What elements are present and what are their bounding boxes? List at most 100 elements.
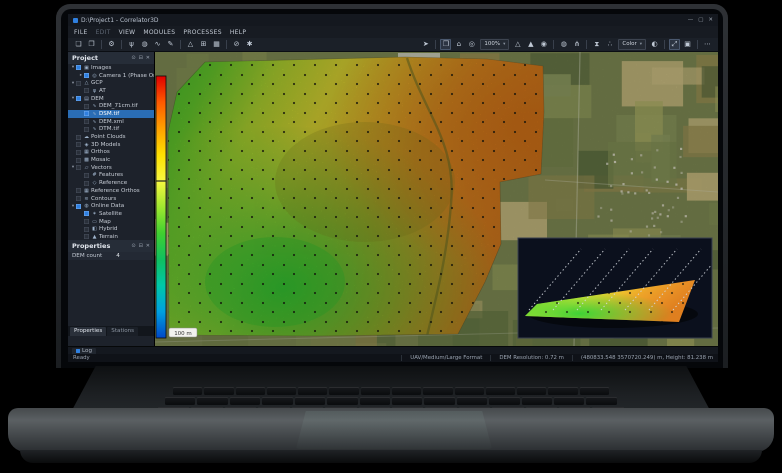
more-icon[interactable]: ⋯	[702, 39, 713, 50]
tree-checkbox[interactable]	[84, 227, 89, 232]
tree-checkbox[interactable]	[76, 81, 81, 86]
menu-item-help[interactable]: HELP	[230, 29, 246, 36]
terrain-3d-icon[interactable]: ▲	[525, 39, 536, 50]
tree-item-features[interactable]: #Features	[68, 172, 154, 180]
tree-item-mosaic[interactable]: ▩Mosaic	[68, 156, 154, 164]
tree-checkbox[interactable]	[76, 158, 81, 163]
close-panel-icon[interactable]: ✕	[146, 243, 150, 249]
menu-item-processes[interactable]: PROCESSES	[183, 29, 221, 36]
tree-item-point-clouds[interactable]: ☁Point Clouds	[68, 133, 154, 141]
contrast-icon[interactable]: ◐	[649, 39, 660, 50]
tree-checkbox[interactable]	[76, 188, 81, 193]
exclusion-icon[interactable]: ⊘	[231, 39, 242, 50]
tree-checkbox[interactable]	[76, 204, 81, 209]
tree-checkbox[interactable]	[76, 142, 81, 147]
zoom-select[interactable]: 100% ▾	[480, 39, 509, 50]
tab-properties[interactable]: Properties	[70, 327, 106, 336]
share-view-icon[interactable]: ∴	[604, 39, 615, 50]
tree-item-dem-xml[interactable]: ∿DEM.xml	[68, 118, 154, 126]
map-viewport[interactable]: 100 m	[155, 52, 718, 346]
tree-checkbox[interactable]	[76, 96, 81, 101]
open-project-icon[interactable]: ❐	[86, 39, 97, 50]
menu-item-modules[interactable]: MODULES	[143, 29, 175, 36]
home-view-icon[interactable]: ⌂	[453, 39, 464, 50]
contours-icon: ≋	[83, 196, 90, 202]
tree-item-reference[interactable]: ◇Reference	[68, 179, 154, 187]
tree-item-online-data[interactable]: ▾◍Online Data	[68, 202, 154, 210]
zoom-region-icon[interactable]: ◉	[538, 39, 549, 50]
tree-checkbox[interactable]	[76, 196, 81, 201]
maximize-button[interactable]: ▢	[698, 17, 703, 23]
pin-icon[interactable]: ⊙	[131, 55, 135, 61]
mosaic-icon[interactable]: ⊞	[198, 39, 209, 50]
tree-item-dem[interactable]: ▾▤DEM	[68, 95, 154, 103]
tree-checkbox[interactable]	[76, 165, 81, 170]
script-icon[interactable]: ✱	[244, 39, 255, 50]
minimize-button[interactable]: —	[688, 17, 694, 23]
tree-item-map[interactable]: ▭Map	[68, 218, 154, 226]
tree-item-at[interactable]: ψAT	[68, 87, 154, 95]
tree-checkbox[interactable]	[76, 150, 81, 155]
feature-edit-icon[interactable]: ✎	[165, 39, 176, 50]
tree-item-dem-71cm-tif[interactable]: ∿DEM_71cm.tif	[68, 102, 154, 110]
dem-extraction-icon[interactable]: ◍	[139, 39, 150, 50]
tree-item-gcp[interactable]: ▾△GCP	[68, 79, 154, 87]
dock-icon[interactable]: ⊟	[139, 55, 143, 61]
aerial-triangulation-icon[interactable]: ψ	[126, 39, 137, 50]
tree-checkbox[interactable]	[84, 211, 89, 216]
tree-checkbox[interactable]	[76, 65, 81, 70]
tree-item-3d-models[interactable]: ◈3D Models	[68, 141, 154, 149]
tree-item-vectors[interactable]: ▾▱Vectors	[68, 164, 154, 172]
close-panel-icon[interactable]: ✕	[146, 55, 150, 61]
close-button[interactable]: ✕	[708, 17, 713, 23]
display-mode-select[interactable]: Color ▾	[618, 39, 646, 50]
snapshot-icon[interactable]: ▣	[682, 39, 693, 50]
laptop-trackpad	[296, 411, 492, 449]
tree-checkbox[interactable]	[84, 234, 89, 239]
tree-item-dtm-tif[interactable]: ∿DTM.tif	[68, 126, 154, 134]
tree-checkbox[interactable]	[84, 219, 89, 224]
globe-view-icon[interactable]: ◍	[558, 39, 569, 50]
terrain-2d-icon[interactable]: △	[512, 39, 523, 50]
keyboard-key	[392, 387, 421, 395]
tree-checkbox[interactable]	[76, 135, 81, 140]
layers-icon[interactable]: ❒	[440, 39, 451, 50]
tree-checkbox[interactable]	[84, 104, 89, 109]
tree-item-hybrid[interactable]: ◧Hybrid	[68, 225, 154, 233]
menu-item-file[interactable]: FILE	[74, 29, 88, 36]
menu-item-edit[interactable]: EDIT	[96, 29, 111, 36]
dem-file-icon: ∿	[91, 119, 98, 125]
tree-checkbox[interactable]	[84, 119, 89, 124]
map-canvas[interactable]: 100 m	[155, 52, 718, 346]
tree-item-reference-orthos[interactable]: ▦Reference Orthos	[68, 187, 154, 195]
dock-icon[interactable]: ⊟	[139, 243, 143, 249]
tiling-icon[interactable]: ▦	[211, 39, 222, 50]
tree-checkbox[interactable]	[84, 127, 89, 132]
images-folder-icon: ▣	[83, 65, 90, 71]
select-tool-icon[interactable]: ➤	[420, 39, 431, 50]
dtm-extraction-icon[interactable]: ∿	[152, 39, 163, 50]
tab-stations[interactable]: Stations	[107, 327, 138, 336]
tree-item-contours[interactable]: ≋Contours	[68, 195, 154, 203]
tree-checkbox[interactable]	[84, 73, 89, 78]
menu-item-view[interactable]: VIEW	[119, 29, 136, 36]
triangulation-icon[interactable]: △	[185, 39, 196, 50]
dem-file-icon: ∿	[91, 111, 98, 117]
pin-icon[interactable]: ⊙	[131, 243, 135, 249]
stations-icon[interactable]: ⋔	[571, 39, 582, 50]
dem-folder-icon: ▤	[83, 96, 90, 102]
zoom-tool-icon[interactable]: ◎	[466, 39, 477, 50]
settings-icon[interactable]: ⚙	[106, 39, 117, 50]
tree-checkbox[interactable]	[84, 181, 89, 186]
tree-checkbox[interactable]	[84, 88, 89, 93]
tree-item-camera-1-phase-one-ixm-[interactable]: ▸◎Camera 1 (Phase One iXM)	[68, 72, 154, 80]
tree-item-satellite[interactable]: ✶Satellite	[68, 210, 154, 218]
fullscreen-icon[interactable]: ⤢	[669, 39, 680, 50]
new-project-icon[interactable]: ❏	[73, 39, 84, 50]
tree-checkbox[interactable]	[84, 111, 89, 116]
tree-item-orthos[interactable]: ▦Orthos	[68, 149, 154, 157]
tree-item-dsm-tif[interactable]: ∿DSM.tif	[68, 110, 154, 118]
processing-queue-icon[interactable]: ⧗	[591, 39, 602, 50]
tree-checkbox[interactable]	[84, 173, 89, 178]
tree-item-images[interactable]: ▾▣Images	[68, 64, 154, 72]
